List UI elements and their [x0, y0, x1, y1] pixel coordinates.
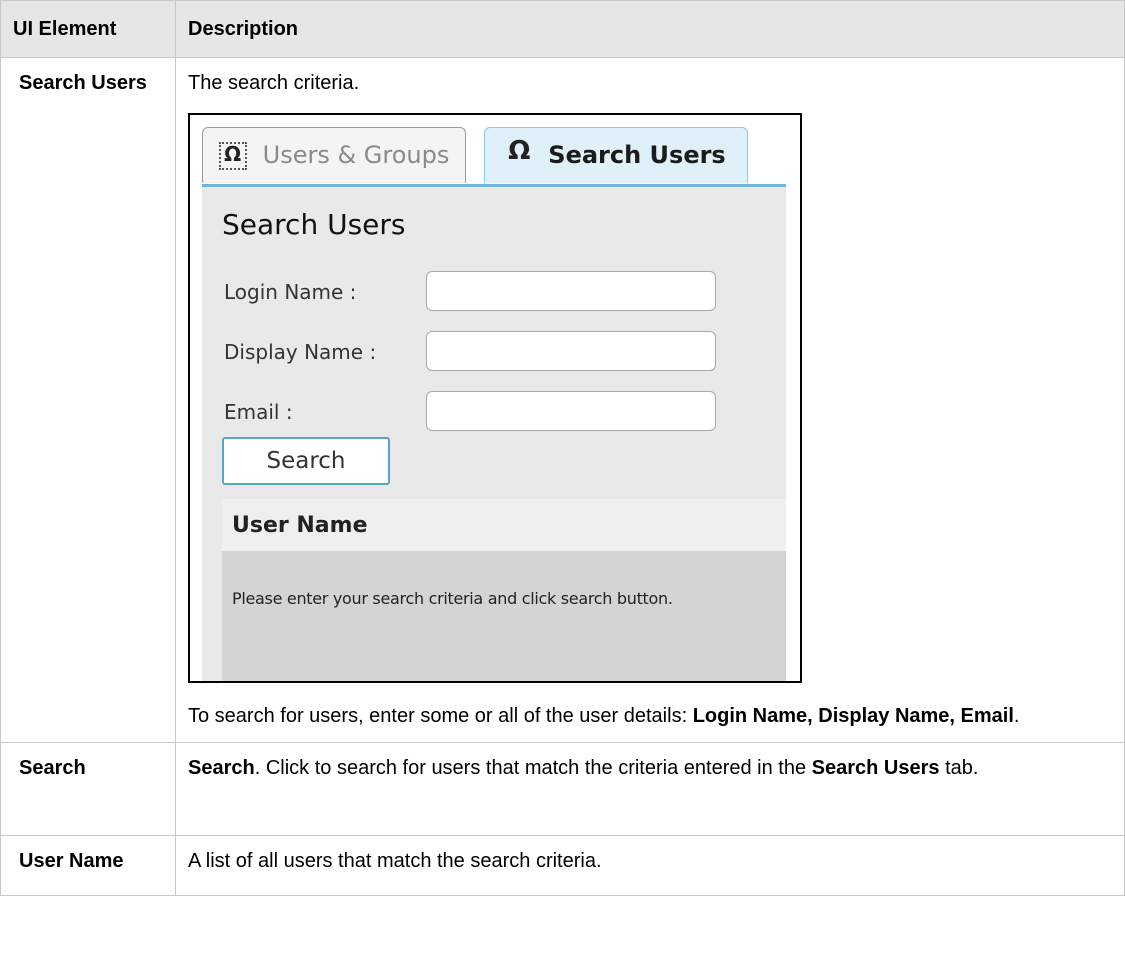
email-input[interactable] — [426, 391, 716, 431]
column-header-description: Description — [175, 0, 1125, 58]
table-header-row: UI Element Description — [0, 0, 1125, 58]
ui-element-table: UI Element Description Search Users The … — [0, 0, 1125, 896]
element-name-user-name: User Name — [0, 835, 176, 896]
desc-text-end: tab. — [939, 757, 979, 779]
column-header-user-name[interactable]: User Name — [222, 499, 786, 552]
email-label: Email : — [224, 400, 293, 424]
tab-bar: Ω Users & Groups Ω Search Users — [202, 127, 800, 185]
user-icon: Ω — [508, 135, 531, 166]
table-row: Search Search. Click to search for users… — [0, 742, 1125, 836]
table-row: User Name A list of all users that match… — [0, 835, 1125, 896]
description-cell: A list of all users that match the searc… — [175, 835, 1125, 896]
empty-results-message: Please enter your search criteria and cl… — [232, 589, 673, 608]
tab-label: Search Users — [548, 141, 726, 169]
user-group-icon: Ω — [218, 141, 247, 170]
usage-note-text: To search for users, enter some or all o… — [188, 705, 693, 727]
login-name-input[interactable] — [426, 271, 716, 311]
desc-bold-search-users: Search Users — [811, 757, 940, 779]
usage-note-fields: Login Name, Display Name, Email — [692, 705, 1014, 727]
element-name-search: Search — [0, 742, 176, 836]
tab-users-and-groups[interactable]: Ω Users & Groups — [202, 127, 466, 183]
description-cell: Search. Click to search for users that m… — [175, 742, 1125, 836]
tab-label: Users & Groups — [262, 141, 450, 169]
desc-bold-search: Search — [188, 757, 255, 779]
display-name-label: Display Name : — [224, 340, 377, 364]
table-row: Search Users The search criteria. Ω User… — [0, 57, 1125, 743]
element-name-search-users: Search Users — [0, 57, 176, 743]
description-text: The search criteria. — [188, 72, 360, 94]
panel-title: Search Users — [222, 208, 406, 241]
search-users-screenshot: Ω Users & Groups Ω Search Users Search U… — [188, 113, 802, 683]
results-grid: User Name Please enter your search crite… — [222, 499, 786, 681]
search-button[interactable]: Search — [222, 437, 390, 485]
results-body: Please enter your search criteria and cl… — [222, 551, 786, 681]
usage-note: To search for users, enter some or all o… — [188, 703, 1112, 730]
tab-search-users[interactable]: Ω Search Users — [484, 127, 748, 183]
usage-note-end: . — [1013, 705, 1020, 727]
desc-text: . Click to search for users that match t… — [254, 757, 812, 779]
search-panel: Search Users Login Name : Display Name :… — [202, 187, 786, 681]
description-cell: The search criteria. Ω Users & Groups Ω … — [175, 57, 1125, 743]
display-name-input[interactable] — [426, 331, 716, 371]
login-name-label: Login Name : — [224, 280, 357, 304]
column-header-ui-element: UI Element — [0, 0, 176, 58]
